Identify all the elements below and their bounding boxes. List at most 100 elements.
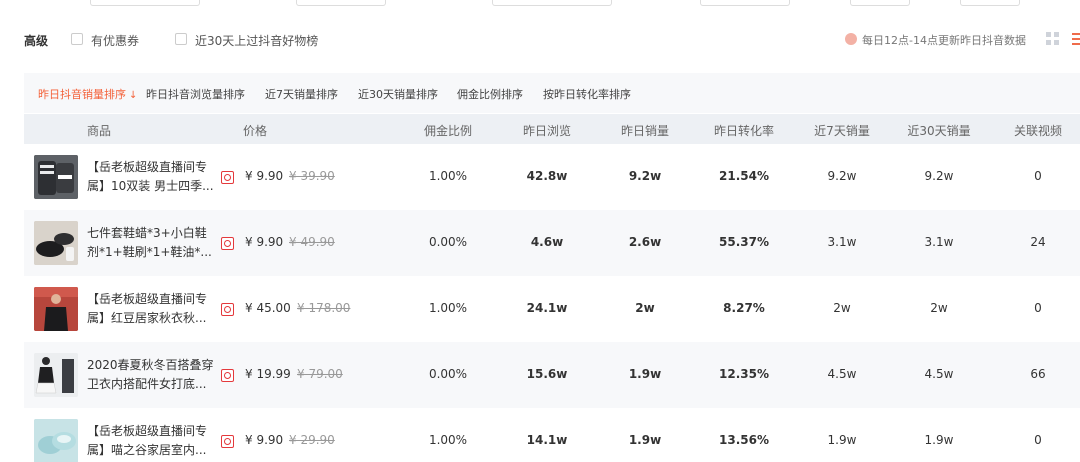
yesterday-views: 14.1w <box>526 433 568 447</box>
product-thumbnail[interactable] <box>34 155 78 199</box>
sales-30day: 1.9w <box>924 433 954 447</box>
shop-icon[interactable] <box>221 303 234 316</box>
table-row[interactable]: 2020春夏秋冬百搭叠穿卫衣内搭配件女打底... ¥ 19.99 ¥ 79.00… <box>24 342 1080 408</box>
price: ¥ 9.90 <box>245 235 284 249</box>
sort-tab-yesterday-views[interactable]: 昨日抖音浏览量排序 <box>146 86 245 102</box>
sales-30day: 9.2w <box>924 169 954 183</box>
col-30day-sales[interactable]: 近30天销量 <box>907 122 970 139</box>
yesterday-sales: 9.2w <box>628 169 662 183</box>
price: ¥ 9.90 <box>245 169 284 183</box>
product-name[interactable]: 七件套鞋蜡*3+小白鞋剂*1+鞋刷*1+鞋油*... <box>87 224 217 262</box>
commission-rate: 0.00% <box>428 235 468 249</box>
product-thumbnail[interactable] <box>34 287 78 331</box>
col-price: 价格 <box>243 124 268 138</box>
col-related-videos: 关联视频 <box>1013 124 1063 138</box>
yesterday-sales: 2w <box>635 301 655 315</box>
top-input-stub[interactable] <box>90 0 200 6</box>
sort-tab-commission[interactable]: 佣金比例排序 <box>457 86 523 102</box>
table-row[interactable]: 【岳老板超级直播间专属】喵之谷家居室内... ¥ 9.90 ¥ 29.90 1.… <box>24 408 1080 462</box>
sales-7day: 1.9w <box>827 433 857 447</box>
col-conversion[interactable]: 昨日转化率 <box>714 122 774 139</box>
hot-list-checkbox-label[interactable]: 近30天上过抖音好物榜 <box>195 32 318 49</box>
yesterday-conversion: 12.35% <box>719 367 769 381</box>
sales-7day: 9.2w <box>827 169 857 183</box>
commission-rate: 1.00% <box>428 301 468 315</box>
product-thumbnail[interactable] <box>34 419 78 462</box>
table-row[interactable]: 【岳老板超级直播间专属】10双装 男士四季... ¥ 9.90 ¥ 39.90 … <box>24 144 1080 210</box>
col-product: 商品 <box>87 124 112 138</box>
sort-bar: 昨日抖音销量排序 ↓ 昨日抖音浏览量排序 近7天销量排序 近30天销量排序 佣金比… <box>24 73 1080 113</box>
commission-rate: 1.00% <box>428 433 468 447</box>
commission-rate: 0.00% <box>428 367 468 381</box>
related-videos[interactable]: 0 <box>1034 301 1042 315</box>
sales-7day: 4.5w <box>827 367 857 381</box>
sales-7day: 2w <box>833 301 851 315</box>
top-input-stub[interactable] <box>850 0 910 6</box>
yesterday-sales: 2.6w <box>628 235 662 249</box>
original-price: ¥ 49.90 <box>289 235 335 249</box>
original-price: ¥ 39.90 <box>289 169 335 183</box>
yesterday-conversion: 8.27% <box>723 301 765 315</box>
sales-30day: 2w <box>930 301 948 315</box>
sort-down-arrow-icon: ↓ <box>129 90 138 101</box>
update-notice: 每日12点-14点更新昨日抖音数据 <box>862 34 1026 47</box>
coupon-checkbox-label[interactable]: 有优惠券 <box>91 32 139 49</box>
sales-7day: 3.1w <box>827 235 857 249</box>
product-name[interactable]: 2020春夏秋冬百搭叠穿卫衣内搭配件女打底... <box>87 356 217 394</box>
yesterday-views: 15.6w <box>526 367 568 381</box>
col-sales[interactable]: 昨日销量 <box>621 122 669 139</box>
yesterday-sales: 1.9w <box>628 367 662 381</box>
sort-tab-conversion[interactable]: 按昨日转化率排序 <box>543 86 631 102</box>
shop-icon[interactable] <box>221 237 234 250</box>
col-7day-sales[interactable]: 近7天销量 <box>814 122 870 139</box>
yesterday-views: 42.8w <box>526 169 568 183</box>
hot-list-checkbox[interactable] <box>175 33 187 45</box>
yesterday-conversion: 55.37% <box>719 235 769 249</box>
product-name[interactable]: 【岳老板超级直播间专属】红豆居家秋衣秋... <box>87 290 217 328</box>
sort-tab-7day-sales[interactable]: 近7天销量排序 <box>265 86 338 102</box>
top-input-stub[interactable] <box>492 0 612 6</box>
table-row[interactable]: 【岳老板超级直播间专属】红豆居家秋衣秋... ¥ 45.00 ¥ 178.00 … <box>24 276 1080 342</box>
top-input-stub[interactable] <box>960 0 1020 6</box>
advanced-label: 高级 <box>24 34 49 48</box>
related-videos[interactable]: 66 <box>1030 367 1045 381</box>
original-price: ¥ 29.90 <box>289 433 335 447</box>
product-name[interactable]: 【岳老板超级直播间专属】喵之谷家居室内... <box>87 422 217 460</box>
price: ¥ 45.00 <box>245 301 291 315</box>
yesterday-sales: 1.9w <box>628 433 662 447</box>
sales-30day: 3.1w <box>924 235 954 249</box>
clock-icon <box>845 33 857 45</box>
top-filter-strip <box>0 0 1080 8</box>
grid-view-icon[interactable] <box>1046 32 1060 46</box>
coupon-checkbox[interactable] <box>71 33 83 45</box>
related-videos[interactable]: 0 <box>1034 169 1042 183</box>
original-price: ¥ 178.00 <box>297 301 351 315</box>
product-thumbnail[interactable] <box>34 221 78 265</box>
col-views[interactable]: 昨日浏览 <box>523 122 571 139</box>
shop-icon[interactable] <box>221 369 234 382</box>
list-view-icon[interactable] <box>1072 32 1080 46</box>
product-name[interactable]: 【岳老板超级直播间专属】10双装 男士四季... <box>87 158 217 196</box>
sort-tab-yesterday-sales[interactable]: 昨日抖音销量排序 ↓ <box>38 86 137 102</box>
table-header: 商品 价格 佣金比例 昨日浏览 昨日销量 昨日转化率 近7天销量 近30天销量 … <box>24 114 1080 144</box>
sales-30day: 4.5w <box>924 367 954 381</box>
price: ¥ 9.90 <box>245 433 284 447</box>
yesterday-views: 4.6w <box>530 235 564 249</box>
yesterday-conversion: 13.56% <box>719 433 769 447</box>
top-input-stub[interactable] <box>700 0 790 6</box>
shop-icon[interactable] <box>221 171 234 184</box>
original-price: ¥ 79.00 <box>297 367 343 381</box>
related-videos[interactable]: 0 <box>1034 433 1042 447</box>
yesterday-conversion: 21.54% <box>719 169 769 183</box>
product-thumbnail[interactable] <box>34 353 78 397</box>
yesterday-views: 24.1w <box>526 301 568 315</box>
shop-icon[interactable] <box>221 435 234 448</box>
advanced-filter-row: 高级 有优惠券 近30天上过抖音好物榜 每日12点-14点更新昨日抖音数据 <box>0 22 1080 58</box>
sort-tab-30day-sales[interactable]: 近30天销量排序 <box>358 86 438 102</box>
commission-rate: 1.00% <box>428 169 468 183</box>
related-videos[interactable]: 24 <box>1030 235 1045 249</box>
col-commission[interactable]: 佣金比例 <box>424 122 472 139</box>
top-input-stub[interactable] <box>296 0 386 6</box>
price: ¥ 19.99 <box>245 367 291 381</box>
table-row[interactable]: 七件套鞋蜡*3+小白鞋剂*1+鞋刷*1+鞋油*... ¥ 9.90 ¥ 49.9… <box>24 210 1080 276</box>
